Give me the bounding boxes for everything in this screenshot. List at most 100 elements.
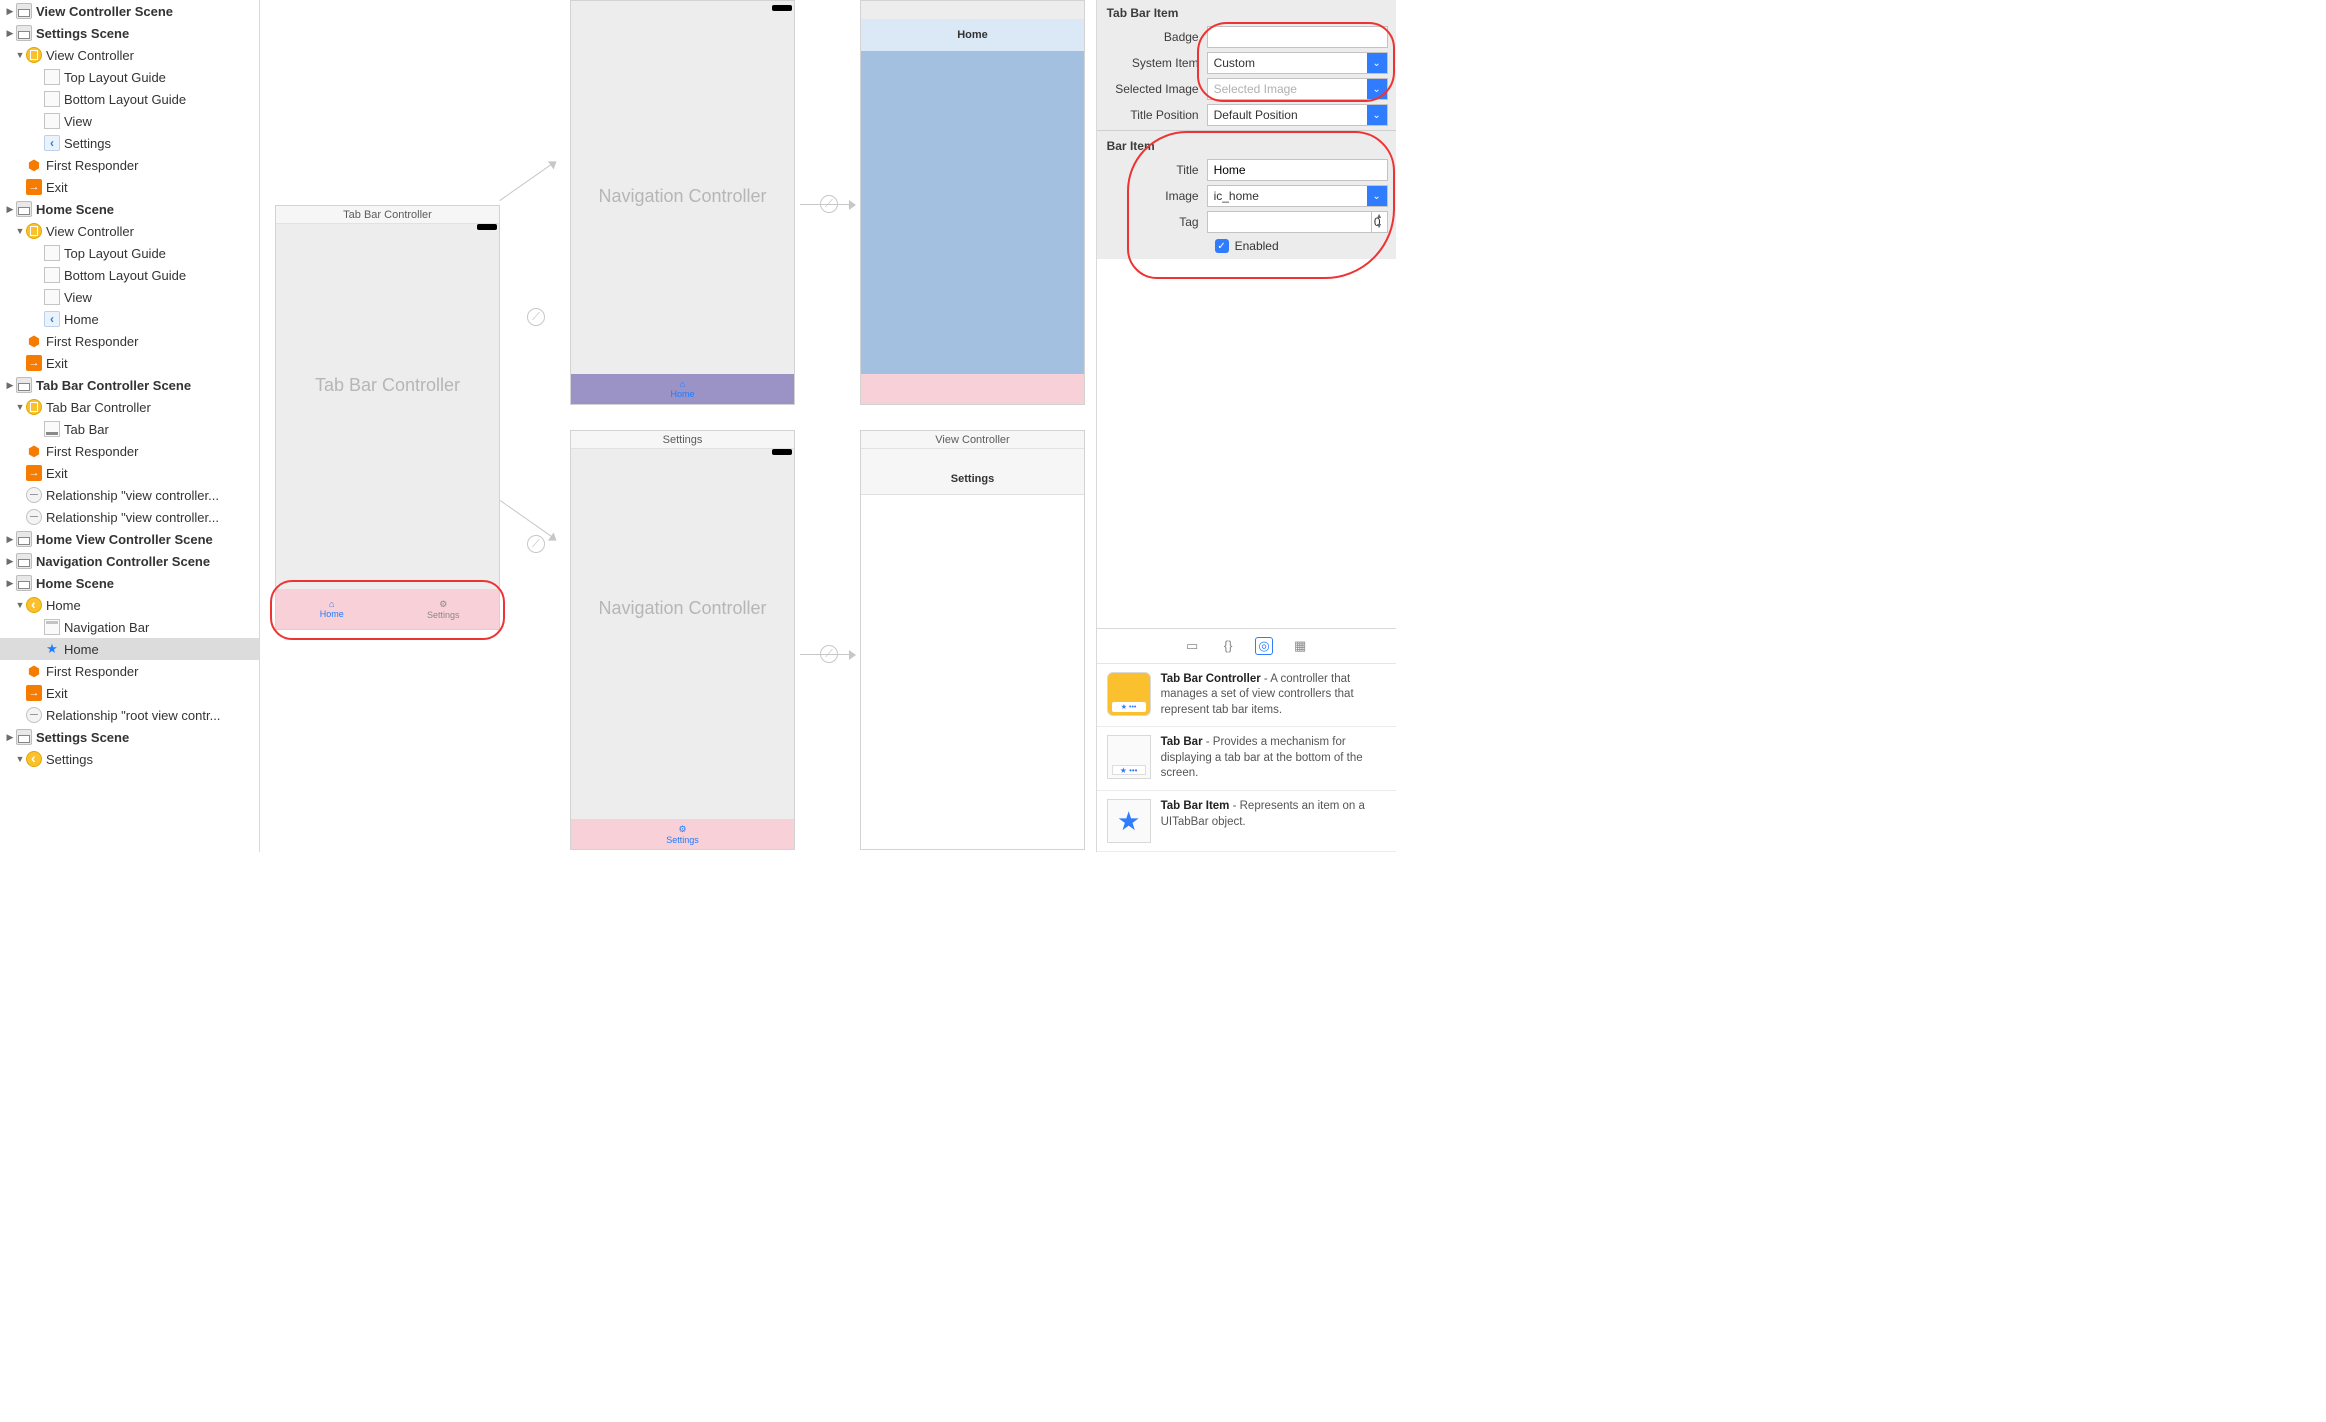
outline-item-selected[interactable]: ★Home <box>0 638 259 660</box>
outline-item[interactable]: View <box>0 286 259 308</box>
scene-label: Home View Controller Scene <box>36 532 213 547</box>
outline-item[interactable]: ⬢First Responder <box>0 440 259 462</box>
inspector-section-title: Bar Item <box>1097 133 1396 157</box>
outline-item[interactable]: Tab Bar <box>0 418 259 440</box>
library-thumb-icon: ★ ••• <box>1107 735 1151 779</box>
outline-label: View <box>64 114 92 129</box>
outline-item[interactable]: Bottom Layout Guide <box>0 88 259 110</box>
stepper-up-icon[interactable]: ▲ <box>1372 212 1387 222</box>
title-input[interactable] <box>1207 159 1388 181</box>
segue-arrow <box>800 204 855 206</box>
library-item[interactable]: ★ Tab Bar Item - Represents an item on a… <box>1097 791 1396 852</box>
scene-header[interactable]: ▶Navigation Controller Scene <box>0 550 259 572</box>
outline-item[interactable]: Bottom Layout Guide <box>0 264 259 286</box>
outline-label: Relationship "root view contr... <box>46 708 220 723</box>
image-row: Image ic_home⌄ <box>1097 183 1396 209</box>
segue-arrow <box>499 500 556 541</box>
scene-header[interactable]: ▶Tab Bar Controller Scene <box>0 374 259 396</box>
cube-icon: ⬢ <box>26 663 42 679</box>
outline-item[interactable]: View <box>0 110 259 132</box>
chevron-down-icon: ⌄ <box>1367 105 1387 125</box>
outline-item[interactable]: ‹Settings <box>0 132 259 154</box>
outline-label: View Controller <box>46 224 134 239</box>
outline-item[interactable]: ‹Home <box>0 308 259 330</box>
library-tab-file-icon[interactable]: ▭ <box>1183 637 1201 655</box>
chevron-down-icon: ⌄ <box>1367 186 1387 206</box>
outline-item[interactable]: →Exit <box>0 352 259 374</box>
scene-header[interactable]: ▶View Controller Scene <box>0 0 259 22</box>
scene-header[interactable]: ▶Settings Scene <box>0 22 259 44</box>
selected-image-row: Selected Image Selected Image⌄ <box>1097 76 1396 102</box>
outline-item[interactable]: →Exit <box>0 462 259 484</box>
library-item[interactable]: ★ ••• Tab Bar Controller - A controller … <box>1097 664 1396 728</box>
outline-item[interactable]: ▼View Controller <box>0 44 259 66</box>
tab-bar[interactable] <box>861 374 1084 404</box>
library-thumb-icon: ★ ••• <box>1107 672 1151 716</box>
document-outline[interactable]: ▶View Controller Scene ▶Settings Scene ▼… <box>0 0 260 852</box>
selected-image-select[interactable]: Selected Image⌄ <box>1207 78 1388 100</box>
outline-item[interactable]: Top Layout Guide <box>0 242 259 264</box>
select-value: Default Position <box>1214 108 1298 122</box>
home-icon: ⌂ <box>329 599 334 609</box>
outline-label: Home <box>64 312 99 327</box>
library-tab-object-icon[interactable]: ◎ <box>1255 637 1273 655</box>
select-value: Custom <box>1214 56 1255 70</box>
tab-label: Settings <box>666 835 699 845</box>
outline-item[interactable]: ▼Home <box>0 594 259 616</box>
badge-input[interactable] <box>1207 26 1388 48</box>
outline-item[interactable]: Relationship "view controller... <box>0 484 259 506</box>
outline-item[interactable]: ▼Settings <box>0 748 259 770</box>
scene-header[interactable]: ▶Home Scene <box>0 572 259 594</box>
tab-bar[interactable]: ⌂Home ⚙Settings <box>276 589 499 629</box>
tab-bar[interactable]: ⚙Settings <box>571 819 794 849</box>
tag-stepper[interactable]: 0▲▼ <box>1207 211 1388 233</box>
outline-item[interactable]: ⬢First Responder <box>0 330 259 352</box>
system-item-select[interactable]: Custom⌄ <box>1207 52 1388 74</box>
segue-icon <box>26 707 42 723</box>
tab-bar[interactable]: ⌂Home <box>571 374 794 404</box>
outline-label: Top Layout Guide <box>64 246 166 261</box>
outline-item[interactable]: Relationship "view controller... <box>0 506 259 528</box>
segue-icon[interactable]: ⟋ <box>527 535 545 553</box>
object-library: ▭ {} ◎ ▦ ★ ••• Tab Bar Controller - A co… <box>1097 628 1396 852</box>
library-tab-code-icon[interactable]: {} <box>1219 637 1237 655</box>
outline-label: Navigation Bar <box>64 620 149 635</box>
title-position-select[interactable]: Default Position ⌄ <box>1207 104 1388 126</box>
outline-item[interactable]: →Exit <box>0 682 259 704</box>
chevron-down-icon: ⌄ <box>1367 79 1387 99</box>
outline-item[interactable]: Relationship "root view contr... <box>0 704 259 726</box>
scene-header[interactable]: ▶Home Scene <box>0 198 259 220</box>
outline-item[interactable]: Top Layout Guide <box>0 66 259 88</box>
outline-label: First Responder <box>46 664 138 679</box>
enabled-checkbox[interactable]: ✓ <box>1215 239 1229 253</box>
scene-header[interactable]: ▶Settings Scene <box>0 726 259 748</box>
outline-label: Settings <box>64 136 111 151</box>
outline-item[interactable]: Navigation Bar <box>0 616 259 638</box>
outline-item[interactable]: →Exit <box>0 176 259 198</box>
outline-label: Relationship "view controller... <box>46 488 219 503</box>
scene-label: Navigation Controller Scene <box>36 554 210 569</box>
stepper-down-icon[interactable]: ▼ <box>1372 222 1387 232</box>
outline-item[interactable]: ⬢ First Responder <box>0 660 259 682</box>
tab-settings[interactable]: ⚙Settings <box>388 589 500 629</box>
tab-label: Home <box>320 609 344 619</box>
library-tab-media-icon[interactable]: ▦ <box>1291 637 1309 655</box>
tab-home[interactable]: ⌂Home <box>276 589 388 629</box>
scene-nav-home[interactable]: Navigation Controller ⌂Home <box>570 0 795 405</box>
scene-tabbar-controller[interactable]: Tab Bar Controller Tab Bar Controller ⌂H… <box>275 205 500 630</box>
outline-item[interactable]: ⬢First Responder <box>0 154 259 176</box>
storyboard-canvas[interactable]: Tab Bar Controller Tab Bar Controller ⌂H… <box>260 0 1096 852</box>
nav-bar: Settings <box>861 449 1084 495</box>
scene-home-vc[interactable]: Home <box>860 0 1085 405</box>
outline-item[interactable]: ▼Tab Bar Controller <box>0 396 259 418</box>
outline-item[interactable]: ▼View Controller <box>0 220 259 242</box>
scene-header[interactable]: ▶Home View Controller Scene <box>0 528 259 550</box>
scene-center-label: Tab Bar Controller <box>276 375 499 396</box>
image-select[interactable]: ic_home⌄ <box>1207 185 1388 207</box>
outline-label: Exit <box>46 356 68 371</box>
scene-settings-vc[interactable]: View Controller Settings <box>860 430 1085 850</box>
segue-icon[interactable]: ⟋ <box>527 308 545 326</box>
segue-arrow <box>800 654 855 656</box>
library-item[interactable]: ★ ••• Tab Bar - Provides a mechanism for… <box>1097 727 1396 791</box>
scene-nav-settings[interactable]: Settings Navigation Controller ⚙Settings <box>570 430 795 850</box>
